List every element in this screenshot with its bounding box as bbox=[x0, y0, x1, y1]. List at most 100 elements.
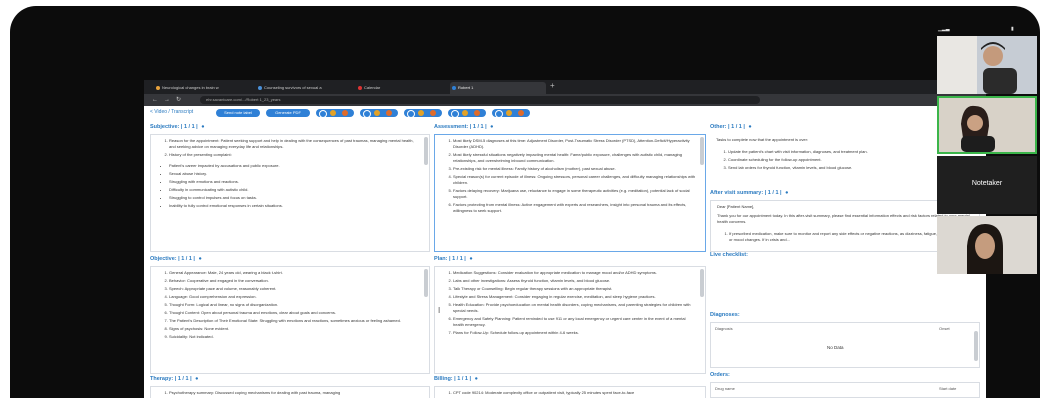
list-item: CPT code 90214: Moderate complexity offi… bbox=[453, 390, 697, 396]
start-date-column-header: Start date bbox=[939, 386, 957, 391]
subjective-panel: Subjective: | 1 / 1 | ● Reason for the a… bbox=[150, 124, 430, 252]
scrollbar[interactable] bbox=[700, 137, 704, 165]
list-item: Most likely stressful situations negativ… bbox=[453, 152, 697, 164]
other-counter[interactable]: 1 / 1 bbox=[731, 124, 742, 130]
billing-counter[interactable]: 1 / 1 bbox=[457, 376, 468, 382]
orders-table: Drug name Start date bbox=[710, 382, 980, 398]
list-item: Difficulty in communicating with autisti… bbox=[169, 187, 421, 193]
browser-tab-active[interactable]: Robert 1 bbox=[450, 82, 546, 94]
list-item: Factors delaying recovery: Marijuana use… bbox=[453, 188, 697, 200]
info-icon[interactable]: ● bbox=[748, 124, 751, 130]
diagnoses-panel: Diagnoses: Diagnosis Onset No Data bbox=[710, 312, 980, 368]
list-item: Health Education: Provide psychoeducatio… bbox=[453, 302, 697, 314]
browser-tab-2[interactable]: Counseling survivors of sexual a bbox=[256, 82, 354, 94]
action-group-1[interactable] bbox=[316, 109, 354, 118]
list-item: Emergency and Safety Planning: Patient r… bbox=[453, 316, 697, 328]
browser-tab-3[interactable]: Calendar bbox=[356, 82, 446, 94]
tab-favicon-icon bbox=[258, 86, 262, 90]
action-group-4[interactable] bbox=[448, 109, 486, 118]
participant-video-4 bbox=[937, 216, 1037, 274]
browser-tab-bar: Neurological changes in brain w Counseli… bbox=[144, 80, 986, 94]
list-item: Send lab orders for thyroid function, vi… bbox=[728, 165, 972, 171]
participant-tile-3[interactable]: Notetaker bbox=[937, 156, 1037, 214]
new-tab-button[interactable]: + bbox=[550, 81, 555, 90]
action-group-5[interactable] bbox=[492, 109, 530, 118]
list-item: Most likely DSM-5 diagnoses at this time… bbox=[453, 138, 697, 150]
list-item: Coordinate scheduling for the follow-up … bbox=[728, 157, 972, 163]
after-visit-counter[interactable]: 1 / 1 bbox=[768, 190, 779, 196]
tab-favicon-icon bbox=[156, 86, 160, 90]
diagnosis-column-header: Diagnosis bbox=[715, 326, 733, 331]
back-arrow-icon[interactable]: ← bbox=[152, 96, 158, 104]
list-item: Labs and other investigations: Assess th… bbox=[453, 278, 697, 284]
subjective-text-box[interactable]: Reason for the appointment: Patient seek… bbox=[150, 134, 430, 252]
shared-browser-window: Neurological changes in brain w Counseli… bbox=[144, 80, 986, 398]
drug-name-column-header: Drug name bbox=[715, 386, 735, 391]
list-item: Thought Content: Open about personal tra… bbox=[169, 310, 421, 316]
generate-pdf-button[interactable]: Generate PDF bbox=[266, 109, 310, 117]
plan-counter[interactable]: 1 / 1 bbox=[452, 256, 463, 262]
orders-panel: Orders: Drug name Start date bbox=[710, 372, 980, 398]
assessment-counter[interactable]: 1 / 1 bbox=[473, 124, 484, 130]
info-icon[interactable]: ● bbox=[199, 256, 202, 262]
participant-tile-4[interactable] bbox=[937, 216, 1037, 274]
video-transcript-link[interactable]: < Video / Transcript bbox=[150, 109, 193, 115]
participant-tile-1[interactable] bbox=[937, 36, 1037, 94]
therapy-text-box[interactable]: Psychotherapy summary: Discussed coping … bbox=[150, 386, 430, 398]
assessment-text-box[interactable]: Most likely DSM-5 diagnoses at this time… bbox=[434, 134, 706, 252]
list-item: Speech: Appropriate pace and volume, rea… bbox=[169, 286, 421, 292]
billing-text-box[interactable]: CPT code 90214: Moderate complexity offi… bbox=[434, 386, 706, 398]
browser-tab-1[interactable]: Neurological changes in brain w bbox=[154, 82, 254, 94]
participant-video-2 bbox=[939, 98, 1035, 152]
reload-icon[interactable]: ↻ bbox=[176, 96, 181, 104]
no-data-text: No Data bbox=[827, 345, 844, 350]
list-item: Suicidality: Not indicated. bbox=[169, 334, 421, 340]
plan-text-box[interactable]: Medication Suggestions: Consider evaluat… bbox=[434, 266, 706, 374]
url-field[interactable]: ehr.savantcare.com/.../Robert 1_23_years bbox=[200, 96, 760, 104]
info-icon[interactable]: ● bbox=[475, 376, 478, 382]
list-item: Psychotherapy summary: Discussed coping … bbox=[169, 390, 421, 396]
send-note-button[interactable]: Send note label bbox=[216, 109, 260, 117]
objective-text-box[interactable]: General Appearance: Male, 24 years old, … bbox=[150, 266, 430, 374]
assessment-panel: Assessment: | 1 / 1 | ● Most likely DSM-… bbox=[434, 124, 706, 252]
therapy-header: Therapy: | 1 / 1 | ● bbox=[150, 376, 199, 382]
list-item: Thought Form: Logical and linear, no sig… bbox=[169, 302, 421, 308]
list-item: General Appearance: Male, 24 years old, … bbox=[169, 270, 421, 276]
signal-icon: ▁▂▃ bbox=[938, 26, 950, 32]
scrollbar[interactable] bbox=[700, 269, 704, 297]
info-icon[interactable]: ● bbox=[490, 124, 493, 130]
scrollbar[interactable] bbox=[974, 331, 978, 361]
list-item: Language: Good comprehension and express… bbox=[169, 294, 421, 300]
info-icon[interactable]: ● bbox=[469, 256, 472, 262]
participant-video-1 bbox=[937, 36, 1037, 94]
status-bar-icons: ▁▂▃ ▮ bbox=[938, 26, 1014, 32]
info-icon[interactable]: ● bbox=[195, 376, 198, 382]
list-item: Factors protecting from mental illness: … bbox=[453, 202, 697, 214]
list-item: Struggling with emotions and reactions. bbox=[169, 179, 421, 185]
info-icon[interactable]: ● bbox=[201, 124, 204, 130]
action-group-3[interactable] bbox=[404, 109, 442, 118]
action-group-2[interactable] bbox=[360, 109, 398, 118]
participant-name: Notetaker bbox=[971, 180, 1003, 187]
subjective-counter[interactable]: 1 / 1 bbox=[184, 124, 195, 130]
list-item: Medication Suggestions: Consider evaluat… bbox=[453, 270, 697, 276]
forward-arrow-icon[interactable]: → bbox=[164, 96, 170, 104]
objective-header: Objective: | 1 / 1 | ● bbox=[150, 256, 202, 262]
therapy-counter[interactable]: 1 / 1 bbox=[178, 376, 189, 382]
note-toolbar: < Video / Transcript Send note label Gen… bbox=[144, 106, 986, 120]
objective-counter[interactable]: 1 / 1 bbox=[181, 256, 192, 262]
list-item: Signs of psychosis: None evident. bbox=[169, 326, 421, 332]
list-item: Reason for the appointment: Patient seek… bbox=[169, 138, 421, 150]
scrollbar[interactable] bbox=[424, 269, 428, 297]
list-item: Inability to fully control emotional res… bbox=[169, 203, 421, 209]
billing-panel: Billing: | 1 / 1 | ● CPT code 90214: Mod… bbox=[434, 376, 706, 398]
info-icon[interactable]: ● bbox=[785, 190, 788, 196]
onset-column-header: Onset bbox=[939, 326, 950, 331]
assessment-header: Assessment: | 1 / 1 | ● bbox=[434, 124, 494, 130]
list-item: History of the presenting complaint: bbox=[169, 152, 421, 158]
scrollbar[interactable] bbox=[424, 137, 428, 165]
tab-favicon-icon bbox=[358, 86, 362, 90]
therapy-panel: Therapy: | 1 / 1 | ● Psychotherapy summa… bbox=[150, 376, 430, 398]
participant-tile-2[interactable] bbox=[937, 96, 1037, 154]
after-visit-header: After visit summary: | 1 / 1 | ● bbox=[710, 190, 789, 196]
